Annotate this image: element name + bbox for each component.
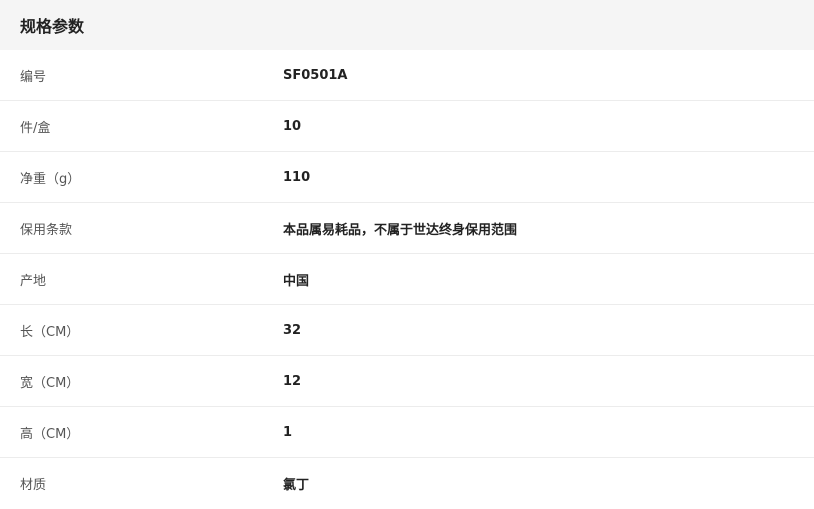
- spec-label: 净重（g）: [20, 171, 81, 187]
- spec-row-number: 编号 SF0501A: [0, 50, 814, 101]
- spec-label: 编号: [20, 69, 47, 85]
- spec-panel: 规格参数 编号 SF0501A 件/盒 10 净重（g） 110 保用条款 本品…: [0, 0, 814, 506]
- spec-header: 规格参数: [0, 0, 814, 50]
- spec-row-length: 长（CM） 32: [0, 305, 814, 356]
- spec-row-pieces-per-box: 件/盒 10: [0, 101, 814, 152]
- spec-label: 件/盒: [20, 120, 51, 136]
- spec-row-origin: 产地 中国: [0, 254, 814, 305]
- spec-value: 1: [283, 424, 293, 440]
- spec-value: 32: [283, 322, 302, 338]
- spec-value: 12: [283, 373, 302, 389]
- spec-label: 长（CM）: [20, 324, 80, 340]
- spec-label: 宽（CM）: [20, 375, 80, 391]
- spec-row-height: 高（CM） 1: [0, 407, 814, 458]
- spec-value: 本品属易耗品，不属于世达终身保用范围: [283, 222, 518, 238]
- spec-label: 产地: [20, 273, 47, 289]
- spec-value: 110: [283, 169, 311, 185]
- spec-value: SF0501A: [283, 67, 348, 83]
- spec-value: 中国: [283, 273, 310, 289]
- spec-value: 10: [283, 118, 302, 134]
- spec-row-material: 材质 氯丁: [0, 458, 814, 509]
- spec-title: 规格参数: [20, 17, 85, 36]
- spec-row-warranty: 保用条款 本品属易耗品，不属于世达终身保用范围: [0, 203, 814, 254]
- spec-row-width: 宽（CM） 12: [0, 356, 814, 407]
- spec-label: 材质: [20, 478, 47, 493]
- spec-label: 保用条款: [20, 222, 73, 238]
- spec-label: 高（CM）: [20, 426, 80, 442]
- spec-row-net-weight: 净重（g） 110: [0, 152, 814, 203]
- spec-value: 氯丁: [283, 478, 310, 493]
